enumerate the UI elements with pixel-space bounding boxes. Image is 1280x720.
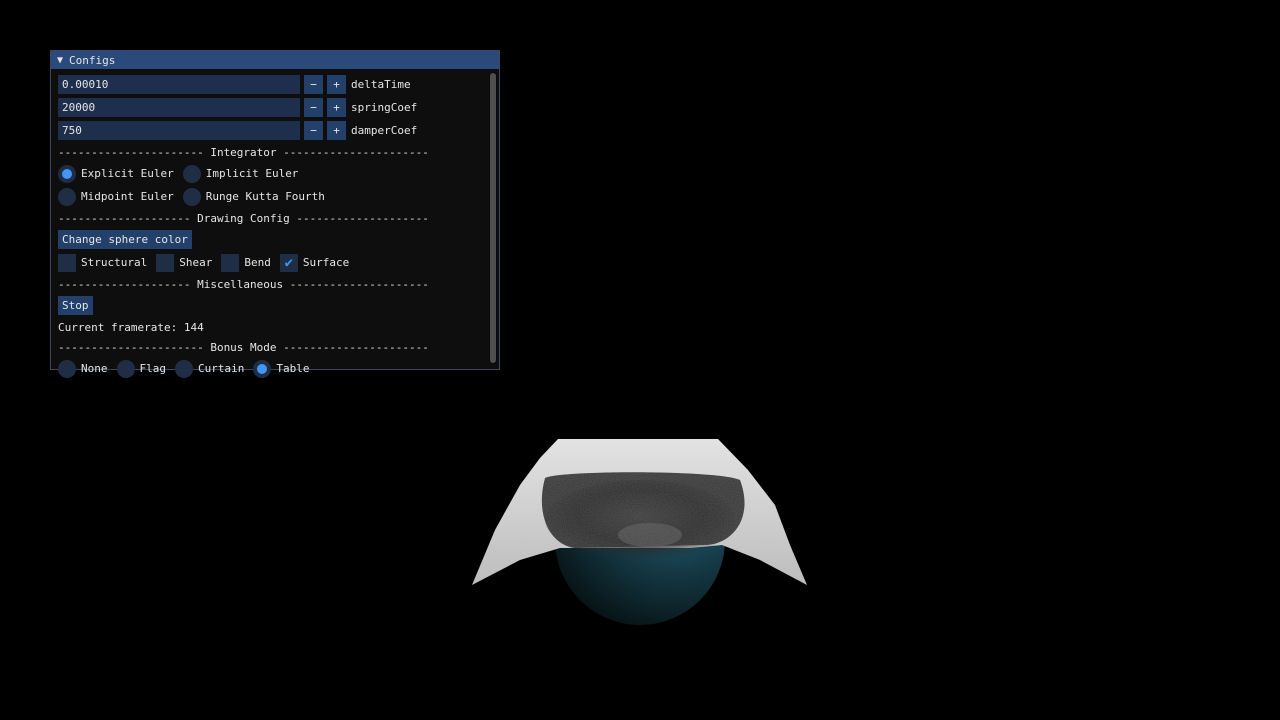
radio-runge-kutta-fourth[interactable]: Runge Kutta Fourth [182,187,325,206]
checkbox-label: Bend [244,256,271,269]
draw-checkbox-row: Structural Shear Bend ✔ Surface [58,251,486,274]
stop-button-row: Stop [58,294,486,317]
checkbox-bend[interactable]: Bend [221,253,271,272]
checkbox-label: Shear [179,256,213,269]
radio-label: Flag [139,362,167,375]
radio-button-icon[interactable] [116,359,135,378]
checkbox-label: Surface [302,256,350,269]
deltatime-label: deltaTime [351,78,411,91]
dampercoef-input[interactable]: 750 [58,121,300,140]
dampercoef-increment-button[interactable]: + [327,121,346,140]
integrator-row-1: Explicit Euler Implicit Euler [58,162,486,185]
radio-button-icon[interactable] [182,164,201,183]
radio-label: Curtain [198,362,245,375]
bonus-mode-row: None Flag Curtain Table [58,357,486,380]
springcoef-increment-button[interactable]: + [327,98,346,117]
radio-bonus-curtain[interactable]: Curtain [175,359,245,378]
checkbox-icon[interactable] [58,253,76,272]
configs-window[interactable]: ▼ Configs 0.00010 − + deltaTime 20000 − … [50,50,500,378]
collapse-arrow-icon[interactable]: ▼ [57,55,63,66]
radio-label: Midpoint Euler [81,190,174,203]
springcoef-label: springCoef [351,101,418,114]
param-row-springcoef: 20000 − + springCoef [58,96,486,119]
param-row-deltatime: 0.00010 − + deltaTime [58,73,486,96]
radio-button-icon[interactable] [58,187,76,206]
change-sphere-color-button[interactable]: Change sphere color [58,230,192,249]
radio-explicit-euler[interactable]: Explicit Euler [58,164,174,183]
param-row-dampercoef: 750 − + damperCoef [58,119,486,142]
window-scrollbar[interactable] [489,72,497,364]
integrator-separator: ---------------------- Integrator ------… [58,145,429,159]
deltatime-input[interactable]: 0.00010 [58,75,300,94]
radio-label: None [81,362,108,375]
window-title: Configs [69,53,116,67]
radio-button-icon[interactable] [58,359,76,378]
radio-bonus-table[interactable]: Table [253,359,310,378]
window-titlebar[interactable]: ▼ Configs [51,51,499,69]
stop-button[interactable]: Stop [58,296,93,315]
deltatime-increment-button[interactable]: + [327,75,346,94]
radio-bonus-none[interactable]: None [58,359,108,378]
dampercoef-decrement-button[interactable]: − [304,121,323,140]
radio-label: Explicit Euler [81,167,174,180]
bonus-mode-separator: ---------------------- Bonus Mode ------… [58,340,429,354]
springcoef-input[interactable]: 20000 [58,98,300,117]
springcoef-decrement-button[interactable]: − [304,98,323,117]
scrollbar-thumb[interactable] [490,73,496,363]
radio-button-icon[interactable] [175,359,193,378]
miscellaneous-separator: -------------------- Miscellaneous -----… [58,277,429,291]
radio-label: Runge Kutta Fourth [205,190,325,203]
radio-label: Table [276,362,310,375]
drawing-config-separator: -------------------- Drawing Config ----… [58,211,429,225]
integrator-row-2: Midpoint Euler Runge Kutta Fourth [58,185,486,208]
radio-bonus-flag[interactable]: Flag [116,359,167,378]
radio-label: Implicit Euler [205,167,299,180]
radio-button-icon[interactable] [253,359,272,378]
checkbox-label: Structural [81,256,148,269]
deltatime-decrement-button[interactable]: − [304,75,323,94]
checkbox-icon[interactable] [156,253,175,272]
checkbox-structural[interactable]: Structural [58,253,148,272]
color-button-row: Change sphere color [58,228,486,251]
radio-button-icon[interactable] [58,164,76,183]
checkbox-shear[interactable]: Shear [156,253,213,272]
checkbox-surface[interactable]: ✔ Surface [279,253,350,272]
checkbox-icon[interactable] [221,253,240,272]
checkmark-icon[interactable]: ✔ [279,253,298,272]
framerate-text: Current framerate: 144 [58,320,204,334]
radio-button-icon[interactable] [182,187,201,206]
dampercoef-label: damperCoef [351,124,418,137]
window-content: 0.00010 − + deltaTime 20000 − + springCo… [58,73,486,380]
radio-implicit-euler[interactable]: Implicit Euler [182,164,299,183]
radio-midpoint-euler[interactable]: Midpoint Euler [58,187,174,206]
